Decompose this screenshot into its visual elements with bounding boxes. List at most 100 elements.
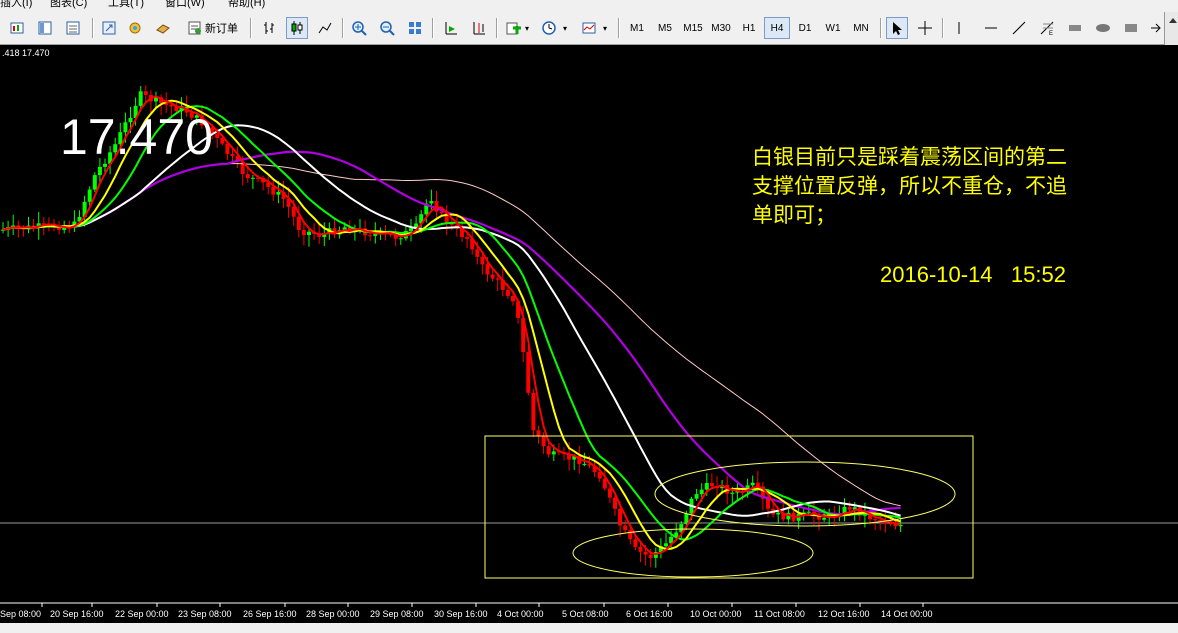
periods-clock-icon[interactable] (538, 17, 560, 39)
timeframe-h1-button[interactable]: H1 (736, 17, 762, 39)
menu-help[interactable]: 帮助(H) (228, 0, 265, 9)
time-axis-label: 28 Sep 00:00 (306, 609, 360, 619)
market-watch-icon[interactable] (62, 17, 84, 39)
candle-body (730, 492, 735, 494)
rectangle-tool-icon[interactable] (1120, 17, 1142, 39)
candle-body (490, 274, 495, 279)
candle-body (806, 511, 811, 513)
profiles-icon[interactable] (34, 17, 56, 39)
candle-body (618, 508, 623, 526)
timeframe-h4-button[interactable]: H4 (764, 17, 790, 39)
new-order-button[interactable]: 新订单 (182, 17, 244, 39)
candle-body (250, 177, 255, 179)
horizontal-line-icon[interactable] (980, 17, 1002, 39)
candle-body (511, 296, 515, 302)
candle-body (633, 539, 638, 547)
line-chart-icon[interactable] (314, 17, 336, 39)
timeframe-mn-button[interactable]: MN (848, 17, 874, 39)
time-axis-label: 22 Sep 00:00 (115, 609, 169, 619)
candle-body (526, 352, 531, 393)
time-axis-label: 4 Oct 00:00 (497, 609, 544, 619)
periods-dropdown-arrow[interactable]: ▾ (560, 17, 570, 39)
time-axis-label: 20 Sep 16:00 (50, 609, 104, 619)
auto-scroll-icon[interactable] (440, 17, 462, 39)
candle-body (878, 520, 883, 522)
menu-tools[interactable]: 工具(T) (108, 0, 144, 9)
annotation-line-2: 支撑位置反弹，所以不重仓，不追 (752, 174, 1067, 198)
candle-body (92, 175, 97, 190)
svg-text:E: E (1049, 31, 1053, 36)
candle-body (664, 543, 668, 547)
ellipse-tool-icon[interactable] (1092, 17, 1114, 39)
timeframe-m1-button[interactable]: M1 (624, 17, 650, 39)
candle-body (822, 517, 827, 520)
time-axis-label: 14 Oct 00:00 (881, 609, 933, 619)
time-axis-label: Sep 08:00 (0, 609, 41, 619)
candle-body (301, 230, 306, 236)
candle-body (429, 201, 434, 204)
candle-body (271, 186, 276, 195)
candle-body (276, 191, 281, 195)
candle-body (480, 256, 485, 265)
templates-dropdown-arrow[interactable]: ▾ (600, 17, 610, 39)
fibonacci-icon[interactable]: E (1036, 17, 1058, 39)
candle-body (541, 436, 546, 447)
candle-body (623, 525, 628, 531)
candle-body (87, 189, 92, 202)
toolbar-separator (92, 18, 94, 38)
trendline-icon[interactable] (1008, 17, 1030, 39)
toolbar-separator (880, 18, 882, 38)
candle-body (143, 91, 148, 95)
terminal-icon[interactable] (152, 17, 174, 39)
candle-body (607, 488, 612, 498)
annotation-timestamp: 2016-10-14 15:52 (880, 262, 1066, 287)
annotation-line-1: 白银目前只是踩着震荡区间的第二 (752, 145, 1067, 169)
tile-windows-icon[interactable] (404, 17, 426, 39)
candle-body (97, 166, 102, 176)
candle-body (434, 201, 439, 212)
toolbar: 新订单 ▾ ▾ ▾ M1 M5 M15 M30 H1 H4 D1 W1 MN E (0, 12, 1178, 57)
candle-body (138, 91, 143, 106)
vertical-line-icon[interactable] (948, 17, 970, 39)
menu-window[interactable]: 窗口(W) (165, 0, 205, 9)
candle-body (750, 482, 755, 486)
bar-chart-icon[interactable] (258, 17, 280, 39)
expand-icon[interactable] (98, 17, 120, 39)
time-axis-label: 26 Sep 16:00 (243, 609, 297, 619)
timeframe-m30-button[interactable]: M30 (708, 17, 734, 39)
navigator-icon[interactable] (124, 17, 146, 39)
candle-body (704, 483, 709, 490)
candle-body (546, 446, 551, 455)
bottom-tabs-strip (0, 623, 1178, 633)
candle-body (398, 238, 403, 240)
zoom-in-icon[interactable] (348, 17, 370, 39)
zoom-out-icon[interactable] (376, 17, 398, 39)
text-tool-icon[interactable] (1064, 17, 1086, 39)
candle-body (699, 489, 704, 495)
timeframe-d1-button[interactable]: D1 (792, 17, 818, 39)
candlestick-icon[interactable] (286, 17, 308, 39)
price-chart[interactable]: .418 17.470 17.470 白银目前只是踩着震荡区间的第二 支撑位置反… (0, 45, 1178, 633)
big-price-label: 17.470 (60, 109, 213, 165)
chart-shift-icon[interactable] (468, 17, 490, 39)
crosshair-icon[interactable] (914, 17, 936, 39)
indicators-icon[interactable] (502, 17, 524, 39)
timeframe-w1-button[interactable]: W1 (820, 17, 846, 39)
candle-body (368, 235, 373, 237)
candle-body (613, 497, 617, 509)
cursor-arrow-icon[interactable] (886, 17, 908, 39)
indicators-dropdown-arrow[interactable]: ▾ (522, 17, 532, 39)
templates-icon[interactable] (578, 17, 600, 39)
candle-body (531, 392, 536, 431)
timeframe-m15-button[interactable]: M15 (680, 17, 706, 39)
new-chart-icon[interactable] (6, 17, 28, 39)
candle-body (847, 507, 852, 510)
timeframe-m5-button[interactable]: M5 (652, 17, 678, 39)
menu-charts[interactable]: 图表(C) (50, 0, 87, 9)
toolbar-separator (432, 18, 434, 38)
toolbar-separator (496, 18, 498, 38)
menu-insert[interactable]: 插入(I) (0, 0, 32, 9)
time-axis-label: 29 Sep 08:00 (370, 609, 424, 619)
chart-header-price: .418 17.470 (2, 48, 50, 58)
annotation-line-3: 单即可； (752, 203, 836, 227)
